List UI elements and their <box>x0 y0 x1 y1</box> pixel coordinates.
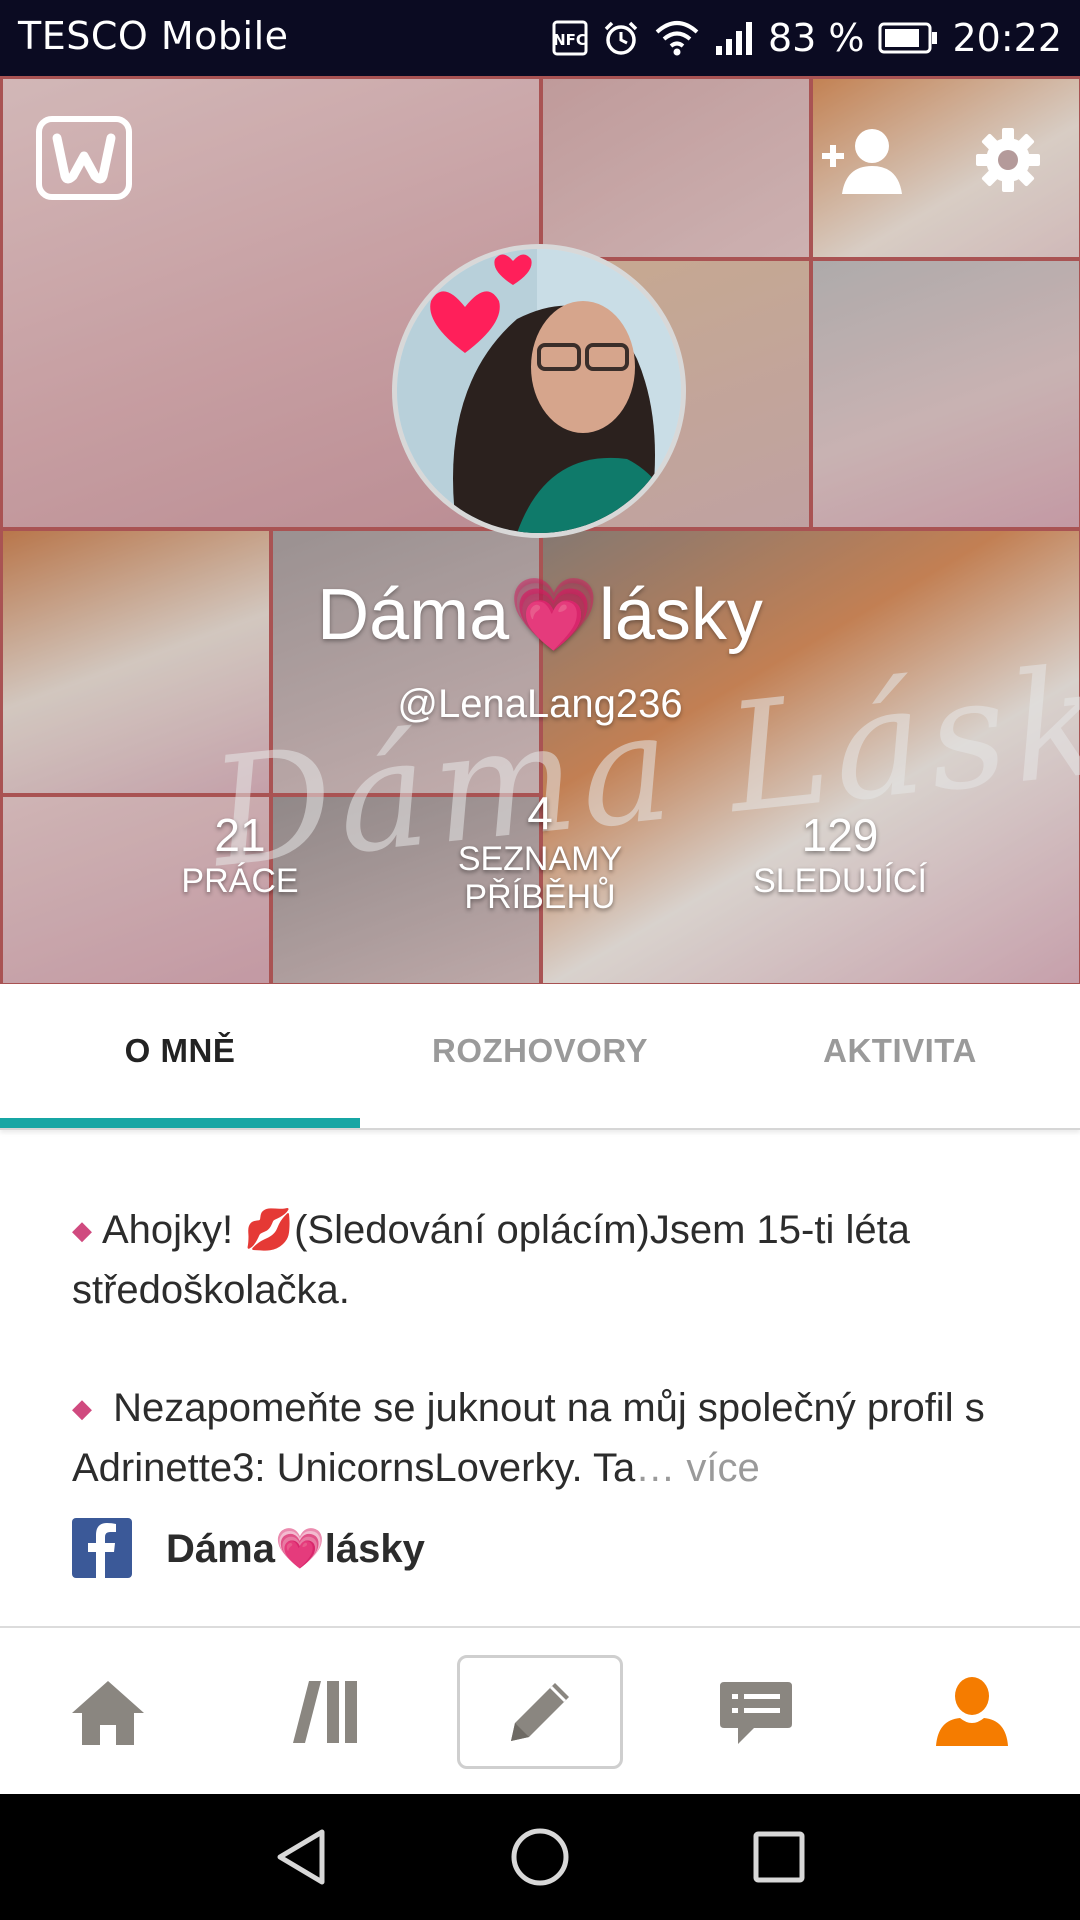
back-icon[interactable] <box>266 1822 336 1892</box>
write-button-frame <box>457 1655 623 1769</box>
gear-icon[interactable] <box>974 126 1042 194</box>
recents-icon[interactable] <box>744 1822 814 1892</box>
status-bar: TESCO Mobile NFC 83 % 20:22 <box>0 0 1080 76</box>
heart-emoji-icon: 💗 <box>509 575 599 655</box>
profile-header: Dáma Lásky Dáma💗lásky @LenaLang236 21 PR… <box>0 76 1080 984</box>
facebook-name-prefix: Dáma <box>166 1526 275 1571</box>
diamond-bullet-icon: ◆ <box>72 1215 92 1245</box>
messages-icon <box>720 1682 792 1744</box>
battery-percent: 83 % <box>767 16 865 60</box>
nav-messages[interactable] <box>648 1628 864 1796</box>
facebook-link[interactable]: Dáma💗lásky <box>72 1518 425 1578</box>
stat-works-label: PRÁCE <box>181 862 299 900</box>
read-more-link[interactable]: více <box>675 1446 759 1490</box>
bottom-navigation <box>0 1626 1080 1794</box>
tab-active-indicator <box>0 1118 360 1128</box>
home-icon <box>72 1681 144 1745</box>
nav-home[interactable] <box>0 1628 216 1796</box>
stat-reading-lists[interactable]: 4 SEZNAMY PŘÍBĚHŮ <box>420 786 660 916</box>
wattpad-logo-icon[interactable] <box>36 116 132 200</box>
pencil-icon <box>511 1683 569 1741</box>
heart-emoji-icon: 💗 <box>274 1526 325 1571</box>
avatar[interactable] <box>392 244 686 538</box>
profile-tabs: O MNĚ ROZHOVORY AKTIVITA <box>0 984 1080 1130</box>
username: @LenaLang236 <box>397 682 683 726</box>
add-user-icon[interactable] <box>818 126 908 196</box>
facebook-name-suffix: lásky <box>324 1526 425 1571</box>
signal-icon <box>714 20 754 56</box>
about-text-1a: Ahojky! <box>102 1208 245 1252</box>
tab-conversations[interactable]: ROZHOVORY <box>360 984 720 1124</box>
stat-works-count: 21 <box>214 809 266 861</box>
display-name: Dáma💗lásky <box>0 572 1080 657</box>
alarm-icon <box>602 19 640 57</box>
nav-write[interactable] <box>432 1628 648 1796</box>
about-ellipsis: … <box>635 1446 676 1490</box>
stat-followers-count: 129 <box>801 809 879 861</box>
diamond-bullet-icon: ◆ <box>72 1393 92 1423</box>
facebook-icon <box>72 1518 132 1578</box>
about-paragraph-1: ◆ Ahojky! 💋(Sledování oplácím)Jsem 15-ti … <box>72 1200 1012 1320</box>
battery-icon <box>878 22 938 54</box>
svg-text:NFC: NFC <box>553 31 587 49</box>
tab-about[interactable]: O MNĚ <box>0 984 360 1124</box>
stat-reading-lists-label-line2: PŘÍBĚHŮ <box>464 878 616 916</box>
profile-icon <box>936 1677 1008 1746</box>
carrier-name: TESCO Mobile <box>18 14 289 58</box>
facebook-name: Dáma💗lásky <box>166 1525 425 1572</box>
wifi-icon <box>654 20 700 56</box>
nfc-icon: NFC <box>552 20 588 56</box>
about-paragraph-2: ◆ Nezapomeňte se juknout na můj společný… <box>72 1378 1012 1498</box>
system-navigation-bar <box>0 1794 1080 1920</box>
clock: 20:22 <box>952 16 1062 60</box>
about-text-2: Nezapomeňte se juknout na můj společný p… <box>72 1386 985 1490</box>
library-icon <box>293 1681 357 1743</box>
tab-activity[interactable]: AKTIVITA <box>720 984 1080 1124</box>
nav-profile[interactable] <box>864 1628 1080 1796</box>
stat-reading-lists-label-line1: SEZNAMY <box>457 840 623 878</box>
stat-reading-lists-count: 4 <box>527 787 553 839</box>
lips-emoji-icon: 💋 <box>244 1208 295 1252</box>
display-name-suffix: lásky <box>598 575 763 655</box>
home-circle-icon[interactable] <box>505 1822 575 1892</box>
nav-library[interactable] <box>216 1628 432 1796</box>
stat-works[interactable]: 21 PRÁCE <box>150 808 330 900</box>
display-name-prefix: Dáma <box>317 575 510 655</box>
stat-followers-label: SLEDUJÍCÍ <box>753 862 927 900</box>
status-icons: NFC 83 % 20:22 <box>552 10 1062 66</box>
about-section: ◆ Ahojky! 💋(Sledování oplácím)Jsem 15-ti … <box>72 1200 1012 1498</box>
stat-followers[interactable]: 129 SLEDUJÍCÍ <box>730 808 950 900</box>
